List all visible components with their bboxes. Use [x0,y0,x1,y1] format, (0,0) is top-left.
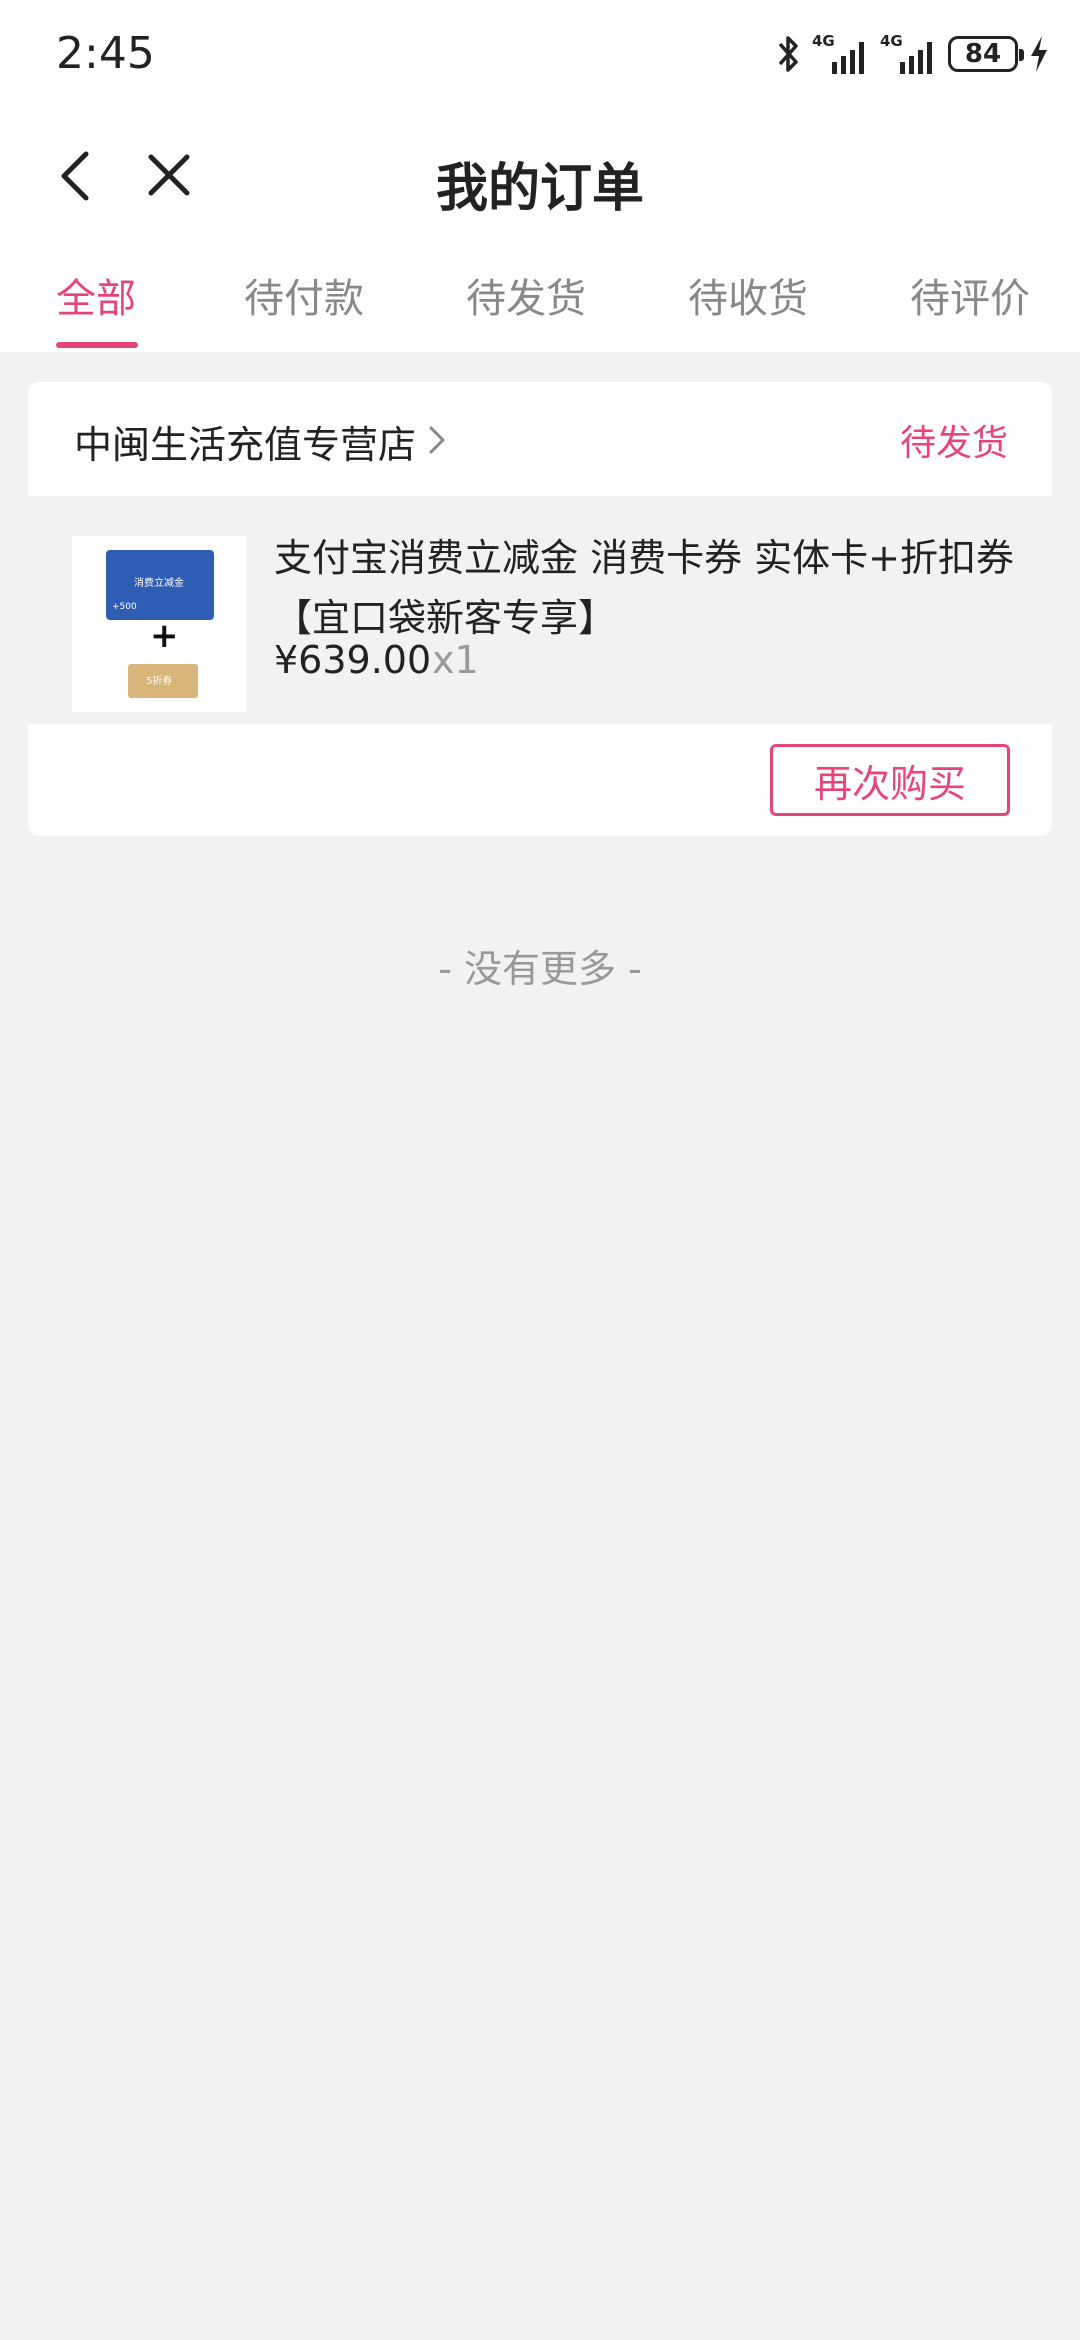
charging-icon [1031,36,1047,72]
coupon-image: 5折券 [128,664,198,698]
signal-icon: 4G [880,32,938,74]
nav-bar: 我的订单 [0,108,1080,238]
status-time: 2:45 [56,28,155,79]
card-image: 消费立减金 +500 [106,550,214,620]
battery-icon: 84 [948,36,1024,72]
active-tab-indicator [56,342,138,348]
status-icons: 4G 4G 84 [776,30,1050,78]
tab-pending-receipt[interactable]: 待收货 [688,266,808,324]
tab-pending-shipment[interactable]: 待发货 [466,266,586,324]
no-more-text: - 没有更多 - [438,947,642,991]
tab-pending-review[interactable]: 待评价 [910,266,1030,324]
card-text: 消费立减金 [134,578,184,589]
tab-all[interactable]: 全部 [56,266,136,324]
product-thumbnail[interactable]: 消费立减金 +500 + 5折券 [72,536,246,712]
shop-name[interactable]: 中闽生活充值专营店 [74,414,416,469]
card-value: +500 [112,602,137,612]
chevron-right-icon [429,426,445,454]
header: 2:45 4G 4G 84 我的订单 全部 待付款 待发货 待收货 待评价 [0,0,1080,352]
action-row: 再次购买 [28,724,1052,836]
product-quantity: x1 [432,638,479,682]
order-status-badge: 待发货 [899,423,1008,464]
product-row[interactable]: 消费立减金 +500 + 5折券 支付宝消费立减金 消费卡券 实体卡+折扣券【宜… [28,496,1052,724]
plus-sign: + [150,616,179,656]
status-bar: 2:45 4G 4G 84 [0,0,1080,108]
order-card: 中闽生活充值专营店 待发货 消费立减金 +500 + 5折券 支付宝消费立减金 … [28,382,1052,836]
coupon-text: 5折券 [146,676,173,687]
product-title[interactable]: 支付宝消费立减金 消费卡券 实体卡+折扣券【宜口袋新客专享】 [274,528,1034,648]
tab-pending-payment[interactable]: 待付款 [244,266,364,324]
shop-row[interactable]: 中闽生活充值专营店 待发货 [28,382,1052,496]
product-price: ¥639.00 [274,638,432,682]
page-title: 我的订单 [435,159,644,219]
signal-icon: 4G [812,32,870,74]
order-tabs: 全部 待付款 待发货 待收货 待评价 [0,238,1080,352]
bluetooth-icon [778,36,798,72]
battery-level: 84 [964,39,1002,69]
rebuy-button[interactable]: 再次购买 [770,744,1010,816]
